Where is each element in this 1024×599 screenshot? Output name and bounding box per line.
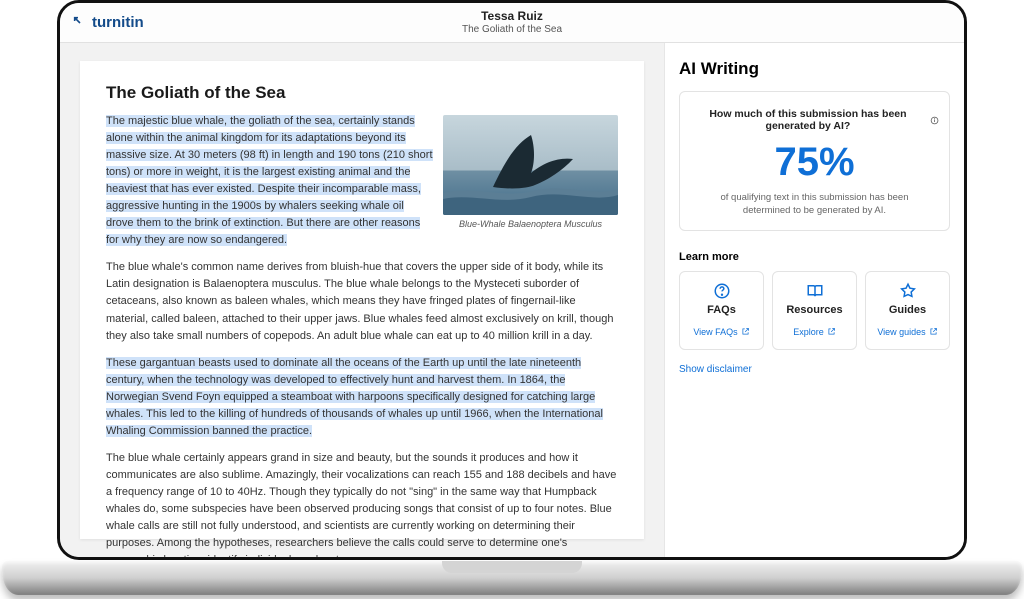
ai-highlight: These gargantuan beasts used to dominate… <box>106 357 603 437</box>
ai-writing-panel: AI Writing How much of this submission h… <box>664 43 964 557</box>
figure-image <box>443 115 618 215</box>
app-root: turnitin Tessa Ruiz The Goliath of the S… <box>60 3 964 557</box>
brand-text: turnitin <box>92 14 144 31</box>
whale-tail-illustration <box>443 115 618 215</box>
book-open-icon <box>777 282 852 300</box>
main-content: The Goliath of the Sea <box>60 43 964 557</box>
document-panel: The Goliath of the Sea <box>60 43 664 557</box>
laptop-frame: turnitin Tessa Ruiz The Goliath of the S… <box>0 0 1024 599</box>
figure-caption: Blue-Whale Balaenoptera Musculus <box>443 218 618 232</box>
panel-title: AI Writing <box>679 59 950 79</box>
ai-percentage: 75% <box>690 140 939 185</box>
document-body: Blue-Whale Balaenoptera Musculus The maj… <box>106 113 618 557</box>
header-center: Tessa Ruiz The Goliath of the Sea <box>462 9 562 35</box>
show-disclaimer-link[interactable]: Show disclaimer <box>679 364 950 375</box>
guides-card[interactable]: Guides View guides <box>865 271 950 350</box>
guides-link[interactable]: View guides <box>877 327 937 337</box>
external-link-icon <box>741 327 750 336</box>
resources-title: Resources <box>777 304 852 316</box>
star-icon <box>870 282 945 300</box>
faqs-title: FAQs <box>684 304 759 316</box>
external-link-icon <box>929 327 938 336</box>
guides-title: Guides <box>870 304 945 316</box>
user-name: Tessa Ruiz <box>462 9 562 23</box>
document-card: The Goliath of the Sea <box>80 61 644 539</box>
metric-question: How much of this submission has been gen… <box>690 108 939 132</box>
paragraph-4: The blue whale certainly appears grand i… <box>106 450 618 557</box>
ai-highlight: The majestic blue whale, the goliath of … <box>106 115 433 246</box>
question-circle-icon <box>684 282 759 300</box>
turnitin-logo: turnitin <box>72 14 144 31</box>
metric-subtext: of qualifying text in this submission ha… <box>690 191 939 218</box>
ai-metric-card: How much of this submission has been gen… <box>679 91 950 231</box>
figure: Blue-Whale Balaenoptera Musculus <box>443 115 618 232</box>
learn-more-label: Learn more <box>679 251 950 263</box>
external-link-icon <box>827 327 836 336</box>
document-title: The Goliath of the Sea <box>106 83 618 103</box>
laptop-notch <box>442 561 582 573</box>
top-bar: turnitin Tessa Ruiz The Goliath of the S… <box>60 3 964 43</box>
turnitin-logo-icon <box>72 15 88 31</box>
header-doc-title: The Goliath of the Sea <box>462 24 562 36</box>
laptop-base <box>2 561 1022 595</box>
info-icon[interactable] <box>930 115 939 126</box>
resources-link[interactable]: Explore <box>793 327 836 337</box>
resources-card[interactable]: Resources Explore <box>772 271 857 350</box>
paragraph-3: These gargantuan beasts used to dominate… <box>106 355 618 440</box>
laptop-screen: turnitin Tessa Ruiz The Goliath of the S… <box>57 0 967 560</box>
faqs-card[interactable]: FAQs View FAQs <box>679 271 764 350</box>
learn-more-row: FAQs View FAQs Resources Explore Guides … <box>679 271 950 350</box>
faqs-link[interactable]: View FAQs <box>693 327 749 337</box>
paragraph-2: The blue whale's common name derives fro… <box>106 259 618 344</box>
